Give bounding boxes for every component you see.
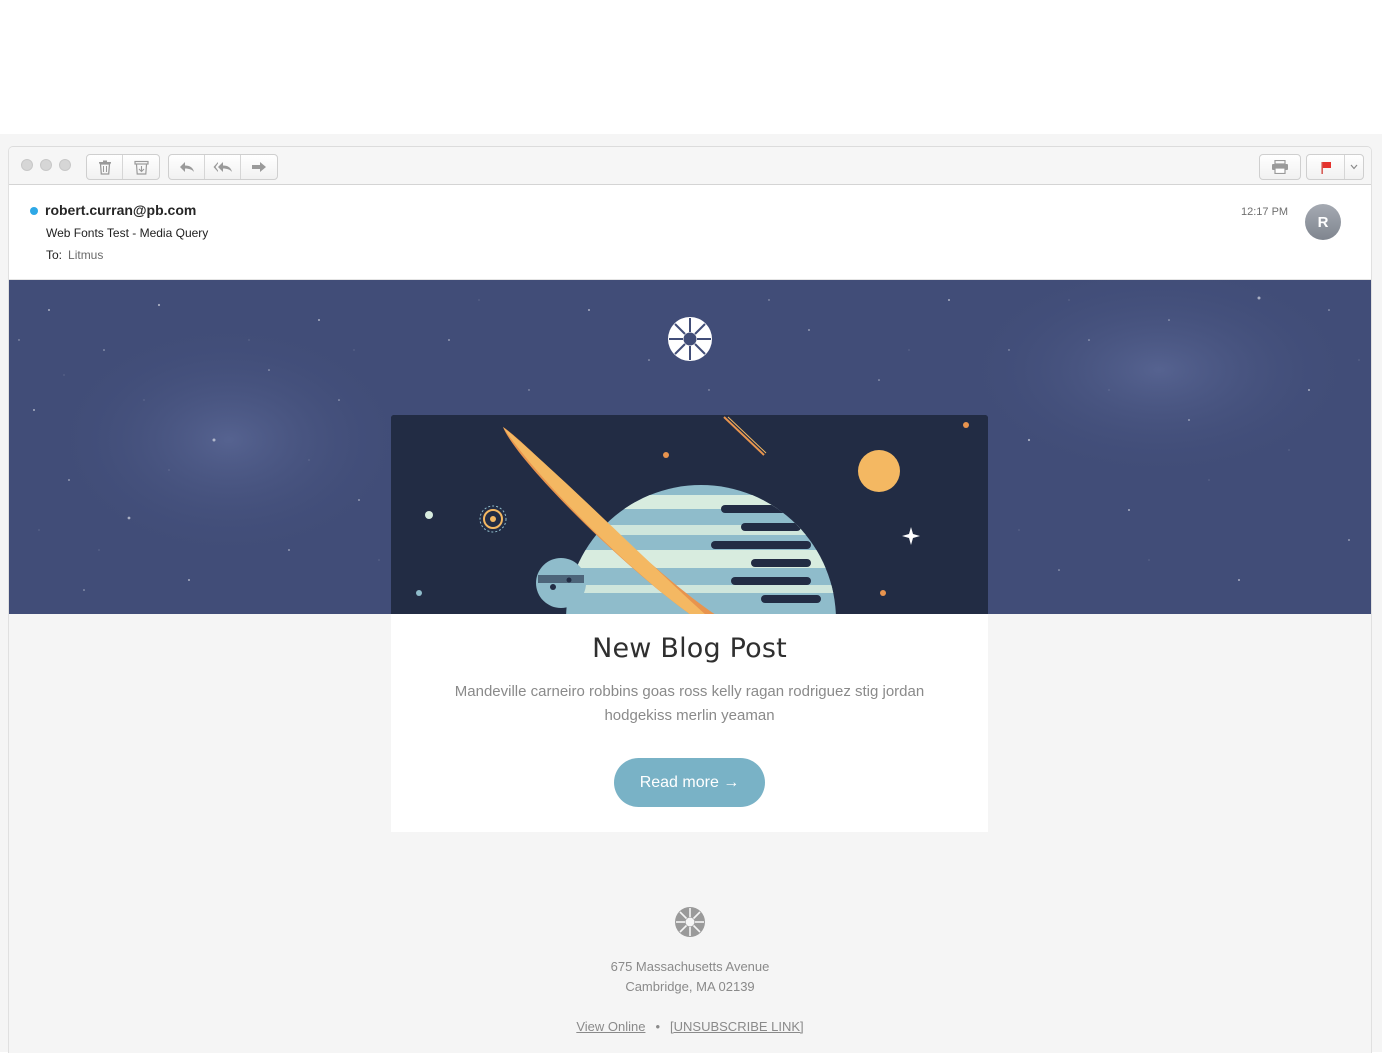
card-title: New Blog Post [592, 633, 787, 664]
card-description: Mandeville carneiro robbins goas ross ke… [454, 683, 925, 724]
email-client-area: robert.curran@pb.com Web Fonts Test - Me… [0, 134, 1382, 1053]
flag-button-group [1306, 154, 1364, 180]
flag-button[interactable] [1307, 155, 1345, 179]
print-button[interactable] [1260, 155, 1300, 179]
message-header: robert.curran@pb.com Web Fonts Test - Me… [9, 185, 1371, 280]
reply-button[interactable] [169, 155, 205, 179]
blog-post-card: New Blog Post Mandeville carneiro robbin… [391, 614, 988, 832]
close-window-button[interactable] [21, 159, 33, 171]
reply-button-group [168, 154, 278, 180]
chevron-down-icon [1350, 164, 1358, 170]
flag-menu-button[interactable] [1345, 155, 1363, 179]
unread-indicator [30, 207, 38, 215]
footer-address-line-2: Cambridge, MA 02139 [625, 979, 755, 994]
reply-all-button[interactable] [205, 155, 241, 179]
footer-logo-icon [675, 907, 705, 937]
blog-post-image[interactable] [391, 415, 988, 615]
trash-button[interactable] [87, 155, 123, 179]
planet-illustration [391, 415, 988, 615]
to-label: To: [46, 248, 63, 262]
recipient-row: To: Litmus [46, 248, 103, 262]
message-toolbar [9, 147, 1371, 185]
print-button-group [1259, 154, 1301, 180]
delete-button-group [86, 154, 160, 180]
read-more-button[interactable]: Read more → [614, 758, 765, 807]
reply-icon [179, 162, 194, 172]
avatar: R [1305, 204, 1341, 240]
forward-icon [252, 162, 266, 172]
zoom-window-button[interactable] [59, 159, 71, 171]
message-time: 12:17 PM [1241, 206, 1289, 218]
brand-logo-icon [668, 317, 712, 361]
print-icon [1272, 160, 1288, 174]
footer-address-line-1: 675 Massachusetts Avenue [610, 959, 770, 974]
reply-all-icon [213, 162, 232, 172]
minimize-window-button[interactable] [40, 159, 52, 171]
view-online-link[interactable]: View Online [576, 1019, 645, 1034]
footer-links: View Online • [UNSUBSCRIBE LINK] [9, 1019, 1371, 1034]
footer-separator: • [655, 1019, 661, 1034]
window-controls [21, 159, 71, 171]
message-window: robert.curran@pb.com Web Fonts Test - Me… [8, 146, 1372, 1053]
sender-address[interactable]: robert.curran@pb.com [45, 202, 196, 218]
message-subject: Web Fonts Test - Media Query [46, 226, 209, 240]
unsubscribe-link[interactable]: [UNSUBSCRIBE LINK] [670, 1019, 804, 1034]
flag-icon [1321, 161, 1331, 174]
archive-icon [133, 160, 149, 175]
recipient-name[interactable]: Litmus [68, 248, 103, 262]
forward-button[interactable] [241, 155, 277, 179]
archive-button[interactable] [123, 155, 159, 179]
trash-icon [98, 160, 111, 175]
